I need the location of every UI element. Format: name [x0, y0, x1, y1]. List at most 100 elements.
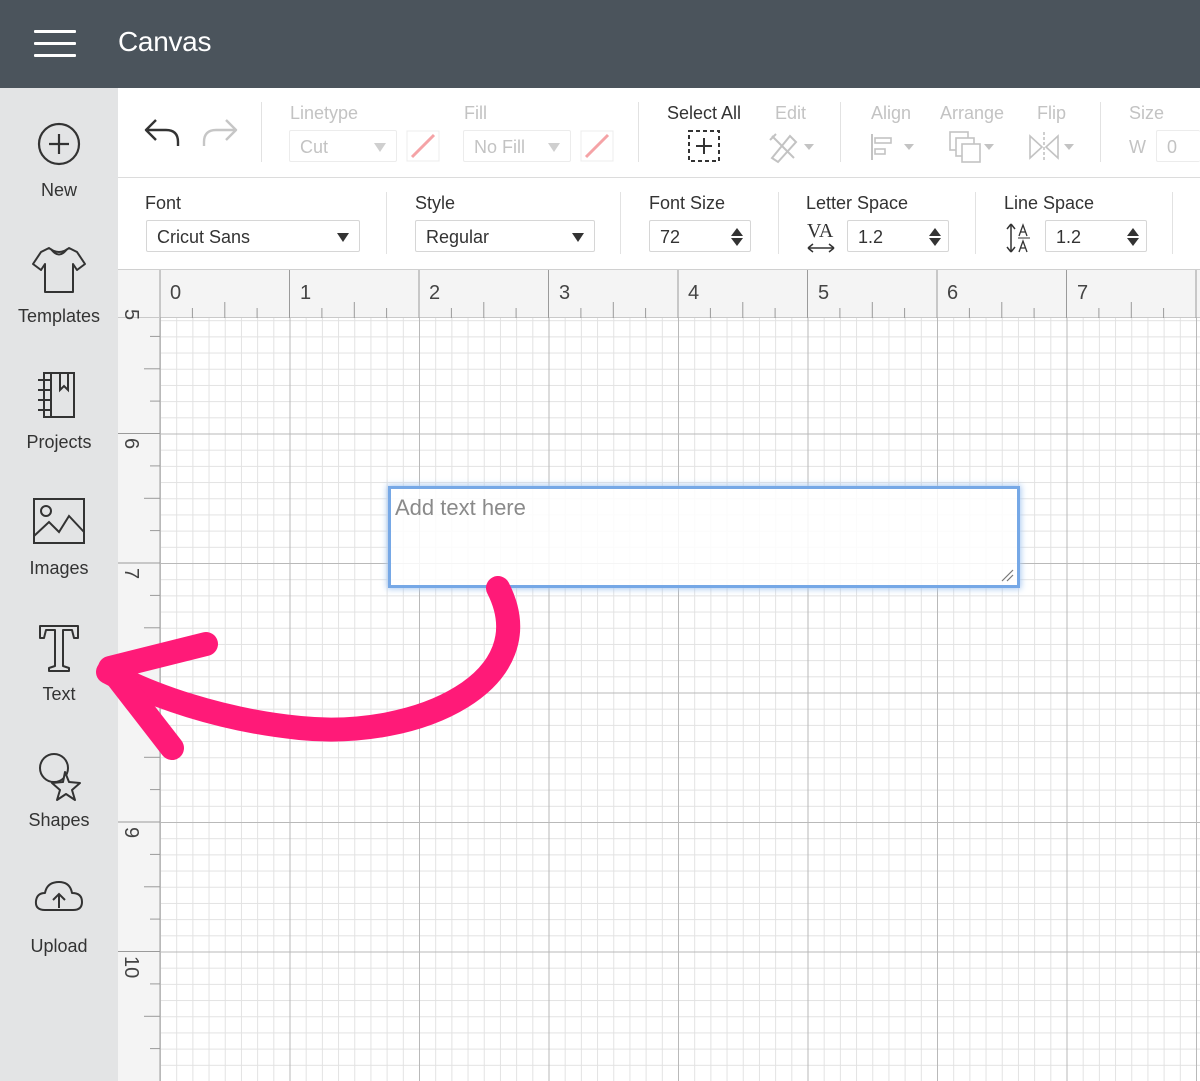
redo-icon[interactable]	[200, 116, 240, 150]
plus-circle-icon	[37, 122, 81, 166]
toolbar-divider	[386, 192, 387, 254]
sidebar-item-new[interactable]: New	[0, 114, 118, 230]
shapes-icon	[39, 753, 81, 801]
fill-label: Fill	[464, 103, 487, 123]
size-w-label: W	[1129, 137, 1146, 157]
fill-color-swatch[interactable]	[580, 130, 614, 162]
ruler-label: 8	[120, 697, 142, 709]
main-toolbar: Linetype Cut Fill No Fill Select All Edi…	[118, 88, 1200, 178]
toolbar-divider	[1172, 192, 1173, 254]
style-value: Regular	[426, 227, 490, 247]
sidebar-item-label: Text	[42, 684, 76, 704]
sidebar: New Templates Projects Images Text Shape…	[0, 88, 118, 1081]
decrement-icon[interactable]	[929, 238, 941, 246]
size-width-value: 0	[1167, 137, 1178, 157]
toolbar-divider	[620, 192, 621, 254]
fill-value: No Fill	[474, 137, 526, 157]
font-size-stepper[interactable]: 72	[649, 220, 751, 252]
ruler-label: 7	[1077, 282, 1089, 304]
size-width-input[interactable]: 0	[1156, 130, 1200, 162]
font-value: Cricut Sans	[157, 227, 251, 247]
linetype-value: Cut	[300, 137, 329, 157]
style-dropdown[interactable]: Regular	[415, 220, 595, 252]
ruler-label: 6	[947, 282, 959, 304]
image-icon	[33, 498, 85, 544]
toolbar-divider	[778, 192, 779, 254]
sidebar-item-label: Projects	[26, 432, 92, 452]
toolbar-divider	[261, 102, 262, 162]
text-toolbar: Font Cricut Sans Style Regular Font Size…	[118, 178, 1200, 270]
sidebar-item-label: Templates	[17, 306, 101, 326]
ruler-label: 0	[170, 282, 182, 304]
canvas-grid[interactable]	[160, 318, 1200, 1081]
notebook-icon	[38, 372, 75, 418]
ruler-horizontal: 0 1 2 3 4 5 6 7	[160, 270, 1200, 318]
design-canvas[interactable]: 0 1 2 3 4 5 6 7 5 6 7 8 9 10 Add text he…	[118, 270, 1200, 1081]
text-placeholder: Add text here	[395, 495, 526, 520]
line-space-stepper[interactable]: 1.2	[1045, 220, 1147, 252]
hamburger-menu-icon[interactable]	[34, 30, 76, 58]
line-space-icon	[1006, 223, 1030, 253]
linetype-dropdown[interactable]: Cut	[289, 130, 397, 162]
font-label: Font	[145, 193, 182, 213]
ruler-label: 10	[120, 956, 142, 979]
ruler-label: 5	[818, 282, 830, 304]
linetype-color-swatch[interactable]	[406, 130, 440, 162]
arrange-label: Arrange	[940, 103, 1005, 123]
sidebar-item-images[interactable]: Images	[0, 492, 118, 608]
flip-icon[interactable]	[1026, 130, 1078, 164]
ruler-label: 4	[688, 282, 700, 304]
ruler-label: 9	[120, 827, 142, 839]
decrement-icon[interactable]	[1127, 238, 1139, 246]
sidebar-item-upload[interactable]: Upload	[0, 870, 118, 986]
resize-grip-icon[interactable]	[1000, 568, 1014, 582]
ruler-label: 5	[120, 309, 142, 321]
undo-icon[interactable]	[142, 116, 182, 150]
ruler-label: 6	[120, 438, 142, 450]
letter-space-value: 1.2	[858, 227, 884, 247]
line-space-value: 1.2	[1056, 227, 1082, 247]
letter-space-stepper[interactable]: 1.2	[847, 220, 949, 252]
page-title: Canvas	[118, 26, 212, 57]
toolbar-divider	[840, 102, 841, 162]
align-icon[interactable]	[868, 132, 918, 162]
increment-icon[interactable]	[1127, 228, 1139, 236]
cloud-upload-icon	[34, 881, 83, 911]
text-input-box[interactable]: Add text here	[388, 486, 1020, 588]
select-all-label: Select All	[667, 103, 742, 123]
sidebar-item-templates[interactable]: Templates	[0, 240, 118, 356]
sidebar-item-label: Images	[29, 558, 89, 578]
edit-tools-icon[interactable]	[766, 130, 818, 164]
ruler-label: 2	[429, 282, 441, 304]
fill-dropdown[interactable]: No Fill	[463, 130, 571, 162]
toolbar-divider	[638, 102, 639, 162]
sidebar-item-text[interactable]: Text	[0, 618, 118, 734]
ruler-vertical: 5 6 7 8 9 10	[118, 309, 160, 1081]
sidebar-item-projects[interactable]: Projects	[0, 366, 118, 482]
line-space-label: Line Space	[1004, 193, 1095, 213]
linetype-label: Linetype	[290, 103, 359, 123]
size-label: Size	[1129, 103, 1165, 123]
ruler-label: 3	[559, 282, 571, 304]
tshirt-icon	[32, 247, 86, 293]
font-size-value: 72	[660, 227, 681, 247]
style-label: Style	[415, 193, 456, 213]
decrement-icon[interactable]	[731, 238, 743, 246]
ruler-label: 1	[300, 282, 312, 304]
edit-label: Edit	[775, 103, 807, 123]
select-all-button[interactable]	[686, 128, 722, 164]
text-t-icon	[39, 625, 79, 672]
letter-space-icon: VA	[807, 221, 837, 255]
toolbar-divider	[975, 192, 976, 254]
align-label: Align	[871, 103, 912, 123]
increment-icon[interactable]	[731, 228, 743, 236]
toolbar-divider	[1100, 102, 1101, 162]
font-dropdown[interactable]: Cricut Sans	[146, 220, 360, 252]
ruler-ticks	[160, 270, 1197, 318]
arrange-icon[interactable]	[948, 130, 1000, 164]
increment-icon[interactable]	[929, 228, 941, 236]
sidebar-item-label: Shapes	[28, 810, 90, 830]
ruler-label: 7	[120, 568, 142, 580]
sidebar-item-shapes[interactable]: Shapes	[0, 744, 118, 860]
sidebar-item-label: Upload	[30, 936, 88, 956]
